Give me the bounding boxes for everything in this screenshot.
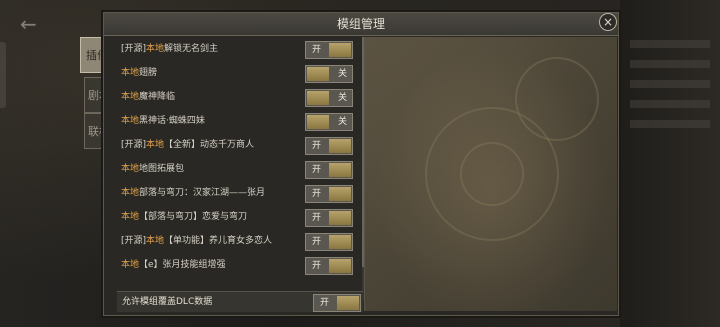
mod-title: 【e】张月技能组增强	[139, 260, 226, 270]
mod-row[interactable]: [开源]本地【单功能】养儿育女多恋人 开	[117, 229, 359, 253]
mod-row[interactable]: 本地翅膀 关	[117, 61, 359, 85]
toggle-knob	[329, 163, 351, 177]
dlc-override-toggle[interactable]: 开	[313, 294, 361, 312]
toggle-knob	[329, 187, 351, 201]
mod-name: 本地【e】张月技能组增强	[121, 253, 226, 277]
close-icon[interactable]: ×	[599, 13, 617, 31]
mod-row[interactable]: 本地地图拓展包 开	[117, 157, 359, 181]
mod-toggle[interactable]: 开	[305, 233, 353, 251]
dialog-title: 模组管理	[104, 13, 618, 36]
mod-name: 本地魔神降临	[121, 85, 175, 109]
toggle-knob	[329, 139, 351, 153]
mod-title: 地图拓展包	[139, 164, 185, 174]
dlc-override-setting[interactable]: 允许模组覆盖DLC数据 开	[117, 291, 363, 312]
background-text-line	[630, 40, 710, 48]
mod-name: [开源]本地【全新】动态千万商人	[121, 133, 254, 157]
mod-manager-dialog: 模组管理 [开源]本地解锁无名剑主 开 本地翅膀 关 本地魔神降临 关 本地黑神…	[103, 12, 619, 316]
mod-title: 部落与弯刀：汉家江湖——张月	[139, 188, 266, 198]
mod-row[interactable]: [开源]本地【全新】动态千万商人 开	[117, 133, 359, 157]
background-text-line	[630, 80, 710, 88]
mod-title: 【部落与弯刀】恋爱与弯刀	[139, 212, 248, 222]
toggle-state-label: 开	[312, 165, 322, 175]
background-panel-right	[620, 0, 720, 327]
toggle-knob	[337, 296, 359, 310]
mod-preview-image	[364, 37, 617, 311]
mod-source-tag: [开源]	[121, 236, 147, 246]
mod-local-tag: 本地	[146, 140, 165, 150]
mod-local-tag: 本地	[121, 68, 140, 78]
mod-local-tag: 本地	[146, 44, 165, 54]
mod-local-tag: 本地	[121, 212, 140, 222]
toggle-state-label: 关	[337, 93, 347, 103]
mod-local-tag: 本地	[121, 188, 140, 198]
toggle-state-label: 开	[312, 237, 322, 247]
preview-decoration	[515, 57, 599, 141]
toggle-knob	[307, 91, 329, 105]
mod-toggle[interactable]: 开	[305, 185, 353, 203]
mod-title: 【单功能】养儿育女多恋人	[164, 236, 273, 246]
background-text-line	[630, 60, 710, 68]
side-drawer-handle[interactable]	[0, 42, 6, 108]
mod-toggle[interactable]: 关	[305, 113, 353, 131]
toggle-state-label: 开	[312, 189, 322, 199]
mod-name: 本地部落与弯刀：汉家江湖——张月	[121, 181, 265, 205]
mod-toggle[interactable]: 开	[305, 209, 353, 227]
mod-toggle[interactable]: 开	[305, 161, 353, 179]
dlc-override-label: 允许模组覆盖DLC数据	[122, 297, 213, 307]
mod-name: 本地【部落与弯刀】恋爱与弯刀	[121, 205, 247, 229]
toggle-knob	[329, 259, 351, 273]
background-text-line	[630, 120, 710, 128]
mod-title: 魔神降临	[139, 92, 176, 102]
mod-title: 解锁无名剑主	[164, 44, 219, 54]
mod-toggle[interactable]: 开	[305, 41, 353, 59]
mod-name: 本地翅膀	[121, 61, 157, 85]
toggle-state-label: 开	[320, 298, 330, 308]
back-arrow-icon[interactable]: ←	[20, 13, 42, 35]
mod-local-tag: 本地	[146, 236, 165, 246]
mod-name: [开源]本地解锁无名剑主	[121, 37, 218, 61]
background-text-line	[630, 100, 710, 108]
mod-toggle[interactable]: 关	[305, 65, 353, 83]
toggle-state-label: 开	[312, 261, 322, 271]
mod-toggle[interactable]: 关	[305, 89, 353, 107]
mod-local-tag: 本地	[121, 116, 140, 126]
toggle-state-label: 关	[337, 69, 347, 79]
toggle-knob	[307, 115, 329, 129]
mod-row[interactable]: [开源]本地解锁无名剑主 开	[117, 37, 359, 61]
mod-row[interactable]: 本地魔神降临 关	[117, 85, 359, 109]
toggle-state-label: 开	[312, 45, 322, 55]
toggle-state-label: 关	[337, 117, 347, 127]
toggle-state-label: 开	[312, 213, 322, 223]
mod-row[interactable]: 本地【部落与弯刀】恋爱与弯刀 开	[117, 205, 359, 229]
mod-title: 黑神话·蜘蛛四妹	[139, 116, 205, 126]
mod-local-tag: 本地	[121, 92, 140, 102]
mod-list[interactable]: [开源]本地解锁无名剑主 开 本地翅膀 关 本地魔神降临 关 本地黑神话·蜘蛛四…	[117, 37, 359, 301]
toggle-knob	[329, 43, 351, 57]
mod-toggle[interactable]: 开	[305, 257, 353, 275]
mod-name: [开源]本地【单功能】养儿育女多恋人	[121, 229, 272, 253]
mod-local-tag: 本地	[121, 164, 140, 174]
mod-source-tag: [开源]	[121, 44, 147, 54]
mod-toggle[interactable]: 开	[305, 137, 353, 155]
mod-source-tag: [开源]	[121, 140, 147, 150]
mod-row[interactable]: 本地黑神话·蜘蛛四妹 关	[117, 109, 359, 133]
toggle-knob	[329, 211, 351, 225]
mod-local-tag: 本地	[121, 260, 140, 270]
mod-row[interactable]: 本地【e】张月技能组增强 开	[117, 253, 359, 277]
mod-row[interactable]: 本地部落与弯刀：汉家江湖——张月 开	[117, 181, 359, 205]
mod-title: 翅膀	[139, 68, 158, 78]
toggle-knob	[307, 67, 329, 81]
toggle-knob	[329, 235, 351, 249]
toggle-state-label: 开	[312, 141, 322, 151]
mod-name: 本地黑神话·蜘蛛四妹	[121, 109, 205, 133]
mod-name: 本地地图拓展包	[121, 157, 184, 181]
preview-decoration	[460, 142, 524, 206]
mod-title: 【全新】动态千万商人	[164, 140, 255, 150]
